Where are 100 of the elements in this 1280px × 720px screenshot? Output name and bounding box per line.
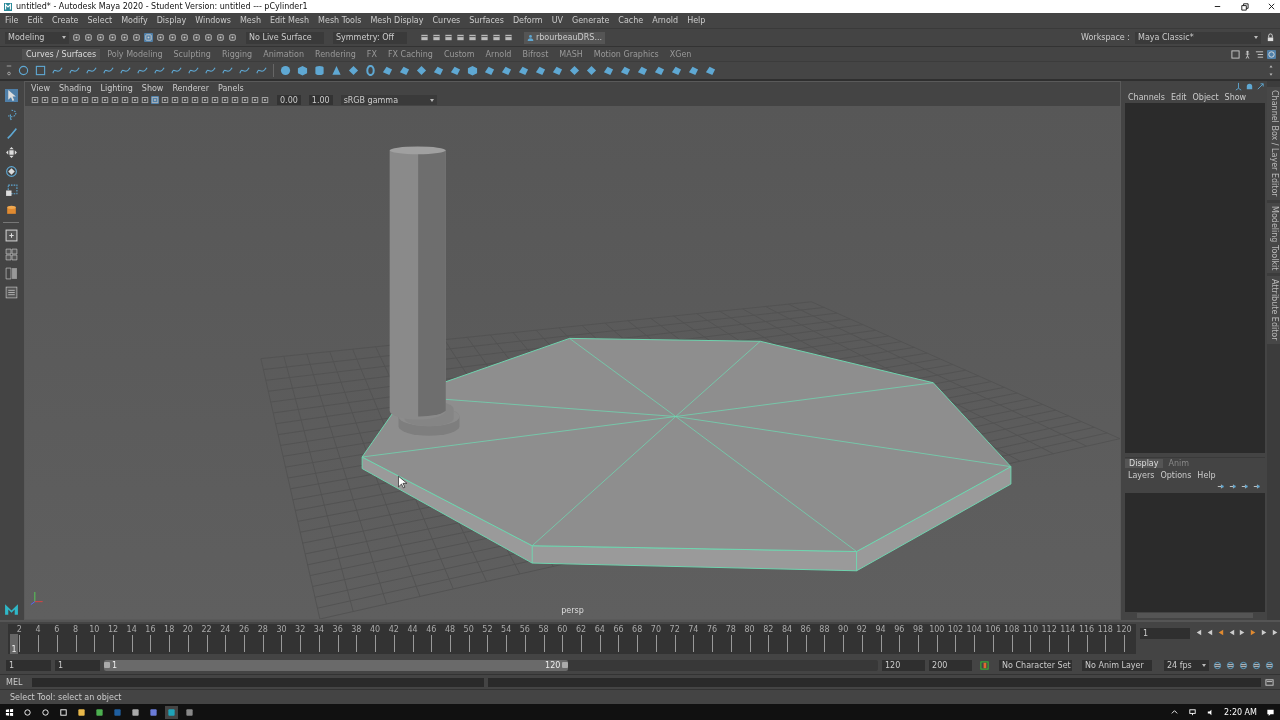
system-tray-icon[interactable]	[1170, 707, 1180, 717]
shelf-tab[interactable]: Bifrost	[518, 48, 553, 60]
scale-tool-icon[interactable]	[4, 184, 18, 197]
search-icon[interactable]	[23, 707, 32, 717]
four-pane-layout-icon[interactable]	[4, 248, 18, 261]
current-frame-field[interactable]: 1	[1140, 628, 1190, 639]
menu-item[interactable]: Select	[87, 16, 113, 25]
expand-icon[interactable]	[1256, 81, 1265, 91]
current-time-marker[interactable]: 1	[10, 634, 18, 654]
curve-icon[interactable]	[205, 65, 216, 76]
go-to-start-icon[interactable]	[1194, 628, 1203, 637]
side-panel-tab[interactable]: Channel Box / Layer Editor	[1267, 87, 1280, 200]
go-to-end-icon[interactable]	[1271, 628, 1280, 637]
modeling-toolkit-icon[interactable]	[1267, 49, 1276, 59]
cone-icon[interactable]	[331, 65, 342, 76]
start-frame-field[interactable]: 1	[6, 659, 51, 671]
menu-item[interactable]: Mesh	[239, 16, 261, 25]
step-back-key-icon[interactable]	[1205, 628, 1214, 637]
layer-menu-item[interactable]: Options	[1160, 470, 1192, 480]
shelf-tab[interactable]: Poly Modeling	[103, 48, 167, 60]
menu-item[interactable]: Deform	[512, 16, 543, 25]
network-icon[interactable]	[1188, 707, 1198, 717]
circle-icon[interactable]	[18, 65, 29, 76]
close-icon[interactable]	[1267, 2, 1276, 11]
panel-menu-item[interactable]: View	[31, 83, 50, 93]
channel-box-menu-item[interactable]: Channels	[1128, 92, 1165, 102]
cube-icon[interactable]	[297, 65, 308, 76]
panel-menu-item[interactable]: Panels	[217, 83, 244, 93]
menu-item[interactable]: File	[5, 16, 19, 25]
color-space-dropdown[interactable]: sRGB gamma	[340, 95, 437, 105]
cv-curve-icon[interactable]	[52, 65, 63, 76]
channel-box-menu-item[interactable]: Object	[1192, 92, 1219, 102]
step-back-frame-icon[interactable]	[1216, 628, 1225, 637]
range-slider[interactable]: 1 120	[104, 659, 878, 671]
menu-item[interactable]: Edit	[27, 16, 43, 25]
command-input-field[interactable]	[32, 677, 484, 687]
frame-rate-dropdown[interactable]: 24 fps	[1164, 659, 1209, 671]
side-panel-tab[interactable]: Attribute Editor	[1267, 276, 1280, 344]
shelf-tab[interactable]: Motion Graphics	[589, 48, 663, 60]
menu-item[interactable]: Mesh Display	[370, 16, 424, 25]
shelf-tab[interactable]: Curves / Surfaces	[22, 48, 101, 60]
task-view-icon[interactable]	[59, 707, 68, 717]
curve-icon[interactable]	[222, 65, 233, 76]
shelf-options-icon[interactable]	[6, 63, 12, 78]
workspace-dropdown[interactable]: Maya Classic*	[1135, 31, 1261, 44]
step-forward-key-icon[interactable]	[1260, 628, 1269, 637]
horizontal-scrollbar[interactable]	[1137, 613, 1253, 618]
character-set-dropdown[interactable]: No Character Set	[999, 659, 1072, 671]
menu-item[interactable]: UV	[551, 16, 563, 25]
helmet-icon[interactable]	[1245, 81, 1254, 91]
end-frame-field[interactable]: 200	[929, 659, 973, 671]
channel-box-menu-item[interactable]: Edit	[1171, 92, 1187, 102]
sphere-icon[interactable]	[280, 65, 291, 76]
start-icon[interactable]	[5, 707, 14, 717]
menu-item[interactable]: Display	[156, 16, 187, 25]
shelf-tab[interactable]: Sculpting	[169, 48, 215, 60]
menu-item[interactable]: Create	[51, 16, 79, 25]
playback-start-field[interactable]: 1	[55, 659, 100, 671]
single-pane-layout-icon[interactable]	[4, 229, 18, 242]
cortana-icon[interactable]	[41, 707, 50, 717]
curve-icon[interactable]	[239, 65, 250, 76]
select-tool-icon[interactable]	[4, 89, 18, 102]
menu-set-dropdown[interactable]: Modeling	[5, 31, 69, 44]
move-tool-icon[interactable]	[4, 146, 18, 159]
command-language-label[interactable]: MEL	[6, 677, 28, 687]
menu-item[interactable]: Generate	[572, 16, 610, 25]
playback-end-field[interactable]: 120	[882, 659, 926, 671]
gamma-field[interactable]: 1.00	[308, 95, 333, 105]
taskbar-clock[interactable]: 2:20 AM	[1224, 707, 1257, 717]
layer-menu-item[interactable]: Help	[1197, 470, 1216, 480]
layer-menu-item[interactable]: Layers	[1128, 470, 1155, 480]
range-start-handle[interactable]	[104, 662, 110, 668]
shelf-tab[interactable]: FX	[362, 48, 381, 60]
outliner-icon[interactable]	[1255, 49, 1264, 59]
shelf-tab[interactable]: XGen	[665, 48, 696, 60]
outliner-layout-icon[interactable]	[4, 286, 18, 299]
shelf-tab[interactable]: Custom	[439, 48, 479, 60]
panel-menu-item[interactable]: Lighting	[100, 83, 133, 93]
plane-icon[interactable]	[348, 65, 359, 76]
restore-icon[interactable]	[1240, 2, 1249, 11]
notification-icon[interactable]	[1266, 707, 1275, 717]
curve-icon[interactable]	[137, 65, 148, 76]
axis-gizmo-icon[interactable]	[1234, 81, 1243, 91]
auto-key-icon[interactable]	[980, 660, 990, 670]
shelf-tab[interactable]: FX Caching	[383, 48, 437, 60]
torus-icon[interactable]	[365, 65, 376, 76]
shelf-tab[interactable]: Animation	[259, 48, 308, 60]
square-icon[interactable]	[35, 65, 46, 76]
menu-item[interactable]: Help	[687, 16, 706, 25]
script-editor-icon[interactable]	[1265, 677, 1274, 687]
curve-icon[interactable]	[171, 65, 182, 76]
menu-item[interactable]: Windows	[195, 16, 231, 25]
channel-box-menu-item[interactable]: Show	[1224, 92, 1247, 102]
range-bar[interactable]	[104, 659, 569, 671]
curve-icon[interactable]	[256, 65, 267, 76]
shelf-tab[interactable]: Rendering	[311, 48, 360, 60]
layer-editor-tab[interactable]: Display	[1125, 459, 1163, 468]
menu-item[interactable]: Modify	[121, 16, 148, 25]
live-surface-field[interactable]: No Live Surface	[246, 31, 324, 44]
time-slider[interactable]: 1 2 4 6 8 10 12 14 16 18 20 22 24 26 28 30 32 34 36 38 40 42 44 46 48 50 52 54 56 58 60 62 64 66 68 70 72 74 76 78 80 82 84 86 88 90 92 94 96 98 100 102 104 106 108 110 112 114 116 118 120	[8, 624, 1136, 654]
